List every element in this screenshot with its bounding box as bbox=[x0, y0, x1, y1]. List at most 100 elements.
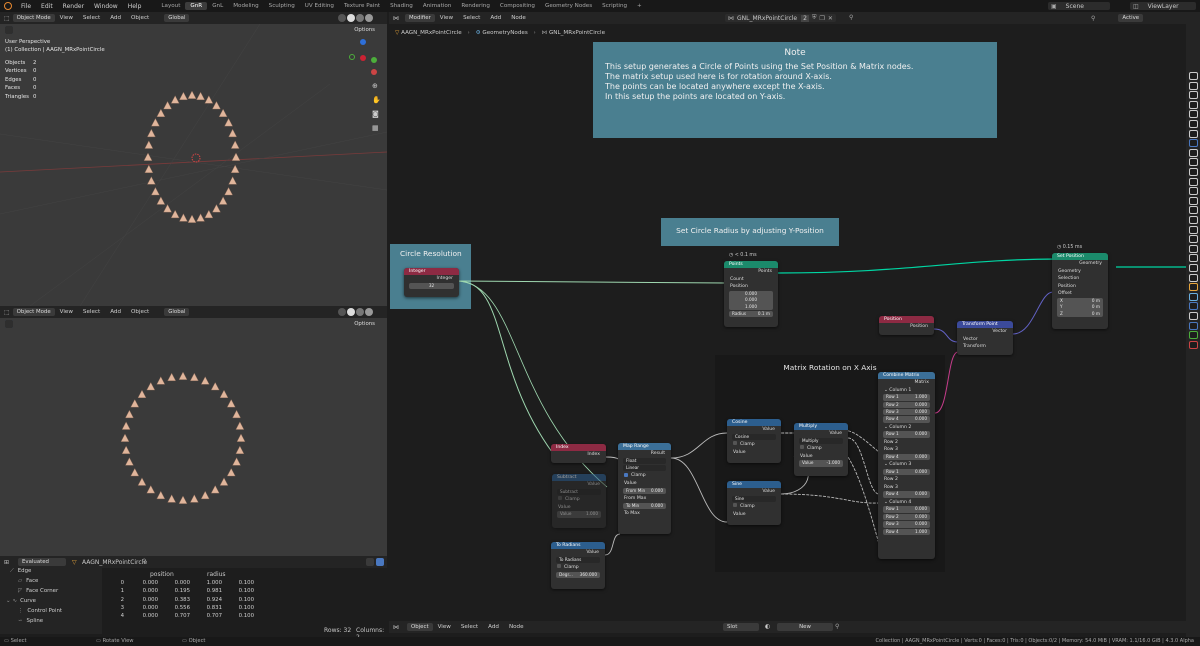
footer-menu-select[interactable]: Select bbox=[456, 624, 483, 630]
blender-logo-icon[interactable] bbox=[4, 2, 12, 10]
y-axis-positive-icon[interactable] bbox=[371, 57, 377, 63]
matrix-row-field[interactable]: Row 1 0.000 bbox=[883, 506, 930, 513]
vector-z-field[interactable]: 1.000 bbox=[729, 303, 773, 310]
shading-buttons[interactable] bbox=[338, 14, 373, 22]
material-tab-icon[interactable] bbox=[1189, 196, 1198, 205]
workspace-tab-layout[interactable]: Layout bbox=[156, 2, 185, 10]
user-count[interactable]: 2 bbox=[801, 14, 809, 22]
clamp-checkbox[interactable]: Clamp bbox=[551, 564, 605, 572]
workspace-tab-gnl[interactable]: GnL bbox=[207, 2, 228, 10]
matrix-column-label[interactable]: ⌄ Column 1 bbox=[878, 387, 935, 395]
wireframe-shading-icon[interactable] bbox=[338, 308, 346, 316]
viewport-menu-add[interactable]: Add bbox=[105, 309, 126, 315]
position-node[interactable]: Position Position bbox=[879, 316, 934, 335]
physics-tab-icon[interactable] bbox=[1189, 273, 1198, 282]
texture-tab-icon[interactable] bbox=[1189, 206, 1198, 215]
menu-file[interactable]: File bbox=[16, 3, 36, 10]
to-min-field[interactable]: To Min 0.000 bbox=[623, 502, 666, 509]
editor-type-icon[interactable]: ⬚ bbox=[4, 309, 10, 316]
viewport-menu-select[interactable]: Select bbox=[78, 15, 105, 21]
navigation-gizmo[interactable] bbox=[343, 37, 383, 79]
clamp-checkbox[interactable]: Clamp bbox=[727, 441, 781, 449]
combine-matrix-node[interactable]: Combine Matrix Matrix ⌄ Column 1 Row 1 1.0… bbox=[878, 372, 935, 559]
geometry-nodes-type-dropdown[interactable]: Modifier bbox=[405, 14, 435, 22]
radius-field[interactable]: Radius 0.1 m bbox=[729, 310, 773, 318]
data-tab-icon[interactable] bbox=[1189, 331, 1198, 340]
object-mode-dropdown[interactable]: Object Mode bbox=[12, 14, 55, 22]
matrix-row-field[interactable]: Row 3 0.000 bbox=[883, 521, 930, 528]
viewport-menu-object[interactable]: Object bbox=[126, 15, 154, 21]
matrix-row-field[interactable]: Row 4 0.000 bbox=[883, 491, 930, 498]
points-node[interactable]: Points Points Count Position 0.000 0.000… bbox=[724, 261, 778, 327]
editor-type-icon[interactable]: ⋈ bbox=[393, 15, 399, 22]
physics-tab-icon[interactable] bbox=[1189, 312, 1198, 320]
multiply-node[interactable]: Multiply Value Multiply Clamp Value Valu… bbox=[794, 423, 848, 476]
matrix-row-field[interactable]: Row 4 0.000 bbox=[883, 416, 930, 423]
map-range-node[interactable]: Map Range Result Float Linear Clamp Valu… bbox=[618, 443, 671, 534]
viewport-menu-select[interactable]: Select bbox=[78, 309, 105, 315]
viewport-menu-object[interactable]: Object bbox=[126, 309, 154, 315]
workspace-tab-modeling[interactable]: Modeling bbox=[228, 2, 263, 10]
footer-menu-node[interactable]: Node bbox=[504, 624, 529, 630]
solid-shading-icon[interactable] bbox=[347, 308, 355, 316]
column-header-radius[interactable]: radius bbox=[207, 571, 226, 578]
subtract-value-field[interactable]: Value 1.000 bbox=[557, 511, 601, 518]
interpolation-dropdown[interactable]: Linear bbox=[623, 464, 666, 472]
from-min-field[interactable]: From Min 0.000 bbox=[623, 487, 666, 494]
object-tab-icon[interactable] bbox=[1189, 283, 1198, 292]
modifier-tab-icon[interactable] bbox=[1189, 254, 1198, 263]
solid-shading-icon[interactable] bbox=[347, 14, 355, 22]
matrix-column-label[interactable]: ⌄ Column 2 bbox=[878, 424, 935, 432]
workspace-tab-scripting[interactable]: Scripting bbox=[597, 2, 632, 10]
scene-tab-icon[interactable] bbox=[1189, 110, 1198, 119]
modifier-tab-icon[interactable] bbox=[1189, 148, 1198, 157]
workspace-tab-rendering[interactable]: Rendering bbox=[456, 2, 495, 10]
menu-edit[interactable]: Edit bbox=[36, 3, 58, 10]
workspace-tab-compositing[interactable]: Compositing bbox=[495, 2, 540, 10]
node-menu-node[interactable]: Node bbox=[506, 15, 531, 21]
domain-item-face[interactable]: ▱ Face bbox=[18, 578, 38, 587]
operation-dropdown[interactable]: Sine bbox=[732, 495, 776, 502]
scene-tab-icon[interactable] bbox=[1189, 216, 1198, 224]
node-canvas[interactable]: ▽ AAGN_MRxPointCircle › ⚙ GeometryNodes … bbox=[389, 24, 1191, 637]
pin-icon[interactable]: ⚲ bbox=[1091, 15, 1095, 22]
viewport-bottom[interactable]: Options bbox=[0, 318, 387, 556]
matrix-row-field[interactable]: Row 4 0.000 bbox=[883, 453, 930, 461]
pan-hand-icon[interactable]: ✋ bbox=[372, 96, 381, 104]
cosine-node[interactable]: Cosine Value Cosine Clamp Value bbox=[727, 419, 781, 463]
node-menu-view[interactable]: View bbox=[435, 15, 458, 21]
operation-dropdown[interactable]: Multiply bbox=[799, 437, 843, 444]
integer-value-field[interactable]: 32 bbox=[409, 282, 454, 289]
physics-tab-icon[interactable] bbox=[1189, 168, 1198, 176]
object-tab-icon[interactable] bbox=[1189, 139, 1198, 148]
slot-dropdown[interactable]: Slot bbox=[723, 623, 759, 631]
matrix-row-field[interactable]: Row 2 0.000 bbox=[883, 401, 930, 408]
camera-icon[interactable]: ◙ bbox=[372, 110, 380, 118]
viewport-menu-add[interactable]: Add bbox=[105, 15, 126, 21]
zoom-icon[interactable]: ⊕ bbox=[372, 82, 380, 90]
editor-type-icon[interactable]: ⋈ bbox=[393, 624, 399, 631]
add-workspace-button[interactable]: + bbox=[632, 2, 647, 10]
node-group-selector[interactable]: ⋈ GNL_MRxPointCircle 2 ⛨ ❐ ✕ bbox=[725, 14, 836, 22]
integer-node[interactable]: Integer Integer 32 bbox=[404, 268, 459, 297]
degrees-field[interactable]: Degr... 360.000 bbox=[556, 571, 600, 578]
z-axis-icon[interactable] bbox=[360, 39, 366, 45]
fake-user-icon[interactable]: ⛨ bbox=[812, 14, 817, 22]
workspace-tab-geometry-nodes[interactable]: Geometry Nodes bbox=[540, 2, 597, 10]
workspace-tab-texture-paint[interactable]: Texture Paint bbox=[339, 2, 385, 10]
output-tab-icon[interactable] bbox=[1189, 91, 1198, 100]
pin-icon[interactable]: ⚲ bbox=[142, 558, 146, 565]
workspace-tab-shading[interactable]: Shading bbox=[385, 2, 418, 10]
context-dropdown[interactable]: Object bbox=[407, 623, 433, 631]
view-layer-tab-icon[interactable] bbox=[1189, 100, 1198, 109]
collection-tab-icon[interactable] bbox=[1189, 129, 1198, 138]
matrix-row-field[interactable]: Row 4 1.000 bbox=[883, 528, 930, 536]
evaluation-dropdown[interactable]: Evaluated bbox=[18, 558, 66, 566]
operation-dropdown[interactable]: To Radians bbox=[556, 556, 600, 563]
matrix-row-field[interactable]: Row 1 0.000 bbox=[883, 468, 930, 476]
filter-icon[interactable] bbox=[376, 558, 384, 566]
domain-item-control-point[interactable]: ⋮ Control Point bbox=[18, 608, 62, 617]
render-tab-icon[interactable] bbox=[1189, 81, 1198, 90]
sine-node[interactable]: Sine Value Sine Clamp Value bbox=[727, 481, 781, 525]
toggle-selection-icon[interactable] bbox=[366, 558, 374, 566]
